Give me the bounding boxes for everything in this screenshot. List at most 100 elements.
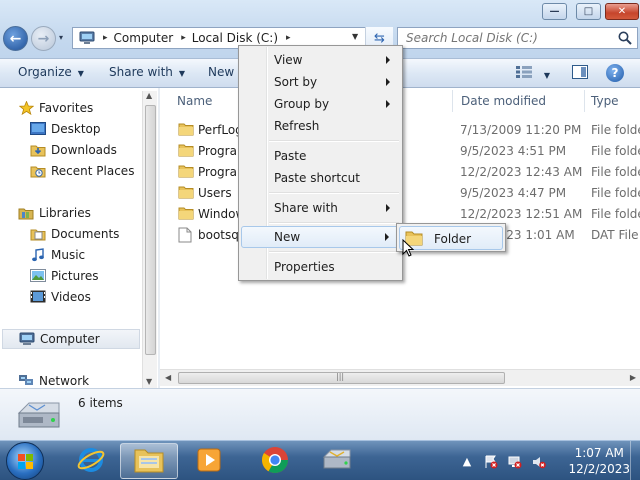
menu-item-label: View xyxy=(274,53,303,67)
submenu-arrow-icon xyxy=(386,78,390,86)
recent-places-icon xyxy=(30,164,46,178)
taskbar-drive-app[interactable] xyxy=(308,443,366,479)
scroll-left-icon[interactable]: ◀ xyxy=(165,373,171,382)
menu-item-label: Folder xyxy=(434,232,472,246)
sidebar-item-label: Videos xyxy=(51,289,91,304)
sidebar-item-videos[interactable]: Videos xyxy=(30,287,91,306)
chevron-right-icon[interactable]: ▸ xyxy=(286,33,291,43)
preview-pane-button[interactable] xyxy=(572,65,588,79)
sidebar-item-pictures[interactable]: Pictures xyxy=(30,266,99,285)
file-date: 9/5/2023 4:47 PM xyxy=(460,186,567,200)
file-name: Users xyxy=(198,186,232,200)
menu-item-sort-by[interactable]: Sort by xyxy=(241,71,400,93)
sidebar-item-recent-places[interactable]: Recent Places xyxy=(30,161,134,180)
action-center-icon[interactable] xyxy=(484,455,498,469)
change-view-button[interactable]: ▼ xyxy=(516,66,550,81)
menu-separator xyxy=(269,192,399,194)
organize-button[interactable]: Organize ▼ xyxy=(18,65,84,79)
maximize-button[interactable]: □ xyxy=(576,3,601,20)
scroll-up-icon[interactable]: ▲ xyxy=(146,91,152,100)
computer-icon xyxy=(19,332,35,346)
context-menu: View Sort by Group by Refresh Paste Past… xyxy=(238,45,403,281)
navigation-scrollbar[interactable]: ▲ ▼ xyxy=(142,91,157,388)
sidebar-item-favorites[interactable]: Favorites xyxy=(18,98,93,117)
menu-item-label: Sort by xyxy=(274,75,318,89)
scroll-down-icon[interactable]: ▼ xyxy=(146,377,152,386)
sidebar-item-computer[interactable]: Computer xyxy=(2,329,140,349)
menu-item-paste[interactable]: Paste xyxy=(241,145,400,167)
menu-item-share-with[interactable]: Share with xyxy=(241,197,400,219)
menu-item-refresh[interactable]: Refresh xyxy=(241,115,400,137)
file-type: File folder xyxy=(591,165,640,179)
sidebar-item-label: Libraries xyxy=(39,205,91,220)
chevron-right-icon[interactable]: ▸ xyxy=(181,33,186,43)
scrollbar-thumb[interactable]: ||| xyxy=(178,372,505,384)
help-button[interactable]: ? xyxy=(606,64,624,82)
taskbar: ▲ 1:07 AM 12/2/2023 xyxy=(0,440,640,480)
show-hidden-icons-icon[interactable]: ▲ xyxy=(460,455,474,469)
column-header-type[interactable]: Type xyxy=(591,94,619,108)
menu-item-paste-shortcut[interactable]: Paste shortcut xyxy=(241,167,400,189)
sidebar-item-music[interactable]: Music xyxy=(30,245,85,264)
file-type: File folder xyxy=(591,186,640,200)
sidebar-item-label: Desktop xyxy=(51,121,101,136)
column-header-name[interactable]: Name xyxy=(177,94,212,108)
sidebar-item-libraries[interactable]: Libraries xyxy=(18,203,91,222)
sidebar-item-label: Recent Places xyxy=(51,163,135,178)
menu-separator xyxy=(269,140,399,142)
taskbar-media-player[interactable] xyxy=(180,443,238,479)
sidebar-item-desktop[interactable]: Desktop xyxy=(30,119,101,138)
taskbar-internet-explorer[interactable] xyxy=(62,443,120,479)
folder-icon xyxy=(178,206,194,223)
recent-pages-dropdown[interactable]: ▾ xyxy=(59,33,63,42)
submenu-arrow-icon xyxy=(385,233,389,241)
sidebar-item-documents[interactable]: Documents xyxy=(30,224,119,243)
scroll-right-icon[interactable]: ▶ xyxy=(630,373,636,382)
column-header-date-modified[interactable]: Date modified xyxy=(461,94,546,108)
system-clock[interactable]: 1:07 AM 12/2/2023 xyxy=(568,445,630,477)
taskbar-windows-explorer[interactable] xyxy=(120,443,178,479)
start-button[interactable] xyxy=(6,442,44,480)
menu-item-new[interactable]: New xyxy=(241,226,400,248)
forward-button[interactable]: → xyxy=(31,26,56,51)
folder-icon xyxy=(178,164,194,181)
column-divider[interactable] xyxy=(452,90,453,112)
breadcrumb-local-disk[interactable]: Local Disk (C:) xyxy=(192,31,278,45)
back-button[interactable]: ← xyxy=(3,26,28,51)
folder-icon xyxy=(178,185,194,202)
search-input[interactable] xyxy=(398,28,608,48)
sidebar-item-label: Computer xyxy=(40,332,100,346)
volume-muted-icon[interactable] xyxy=(532,455,546,469)
menu-item-view[interactable]: View xyxy=(241,49,400,71)
file-type: File folder xyxy=(591,207,640,221)
libraries-icon xyxy=(18,206,34,220)
menu-item-properties[interactable]: Properties xyxy=(241,256,400,278)
show-desktop-button[interactable] xyxy=(630,441,640,480)
menu-item-new-folder[interactable]: Folder xyxy=(399,226,503,250)
details-pane: 6 items xyxy=(0,388,640,440)
menu-item-group-by[interactable]: Group by xyxy=(241,93,400,115)
folder-icon xyxy=(178,143,194,160)
address-computer-icon xyxy=(79,31,95,45)
sidebar-item-label: Documents xyxy=(51,226,120,241)
share-with-button[interactable]: Share with ▼ xyxy=(109,65,185,79)
minimize-button[interactable]: — xyxy=(542,3,567,20)
column-divider[interactable] xyxy=(584,90,585,112)
navigation-pane: Favorites Desktop Downloads Recent Place… xyxy=(0,88,158,388)
scrollbar-thumb[interactable] xyxy=(145,105,156,355)
network-status-icon[interactable] xyxy=(508,455,522,469)
search-box[interactable] xyxy=(397,27,638,49)
taskbar-chrome[interactable] xyxy=(246,443,304,479)
sidebar-item-label: Downloads xyxy=(51,142,117,157)
music-icon xyxy=(30,247,46,262)
address-dropdown-icon[interactable]: ▼ xyxy=(352,32,358,41)
sidebar-item-downloads[interactable]: Downloads xyxy=(30,140,117,159)
chevron-right-icon[interactable]: ▸ xyxy=(103,33,108,43)
horizontal-scrollbar[interactable]: ◀ ||| ▶ xyxy=(160,369,640,386)
search-icon[interactable] xyxy=(617,30,633,49)
views-icon xyxy=(516,66,536,81)
menu-separator xyxy=(269,251,399,253)
close-button[interactable]: ✕ xyxy=(605,3,639,20)
sidebar-item-label: Music xyxy=(51,247,86,262)
breadcrumb-computer[interactable]: Computer xyxy=(114,31,174,45)
